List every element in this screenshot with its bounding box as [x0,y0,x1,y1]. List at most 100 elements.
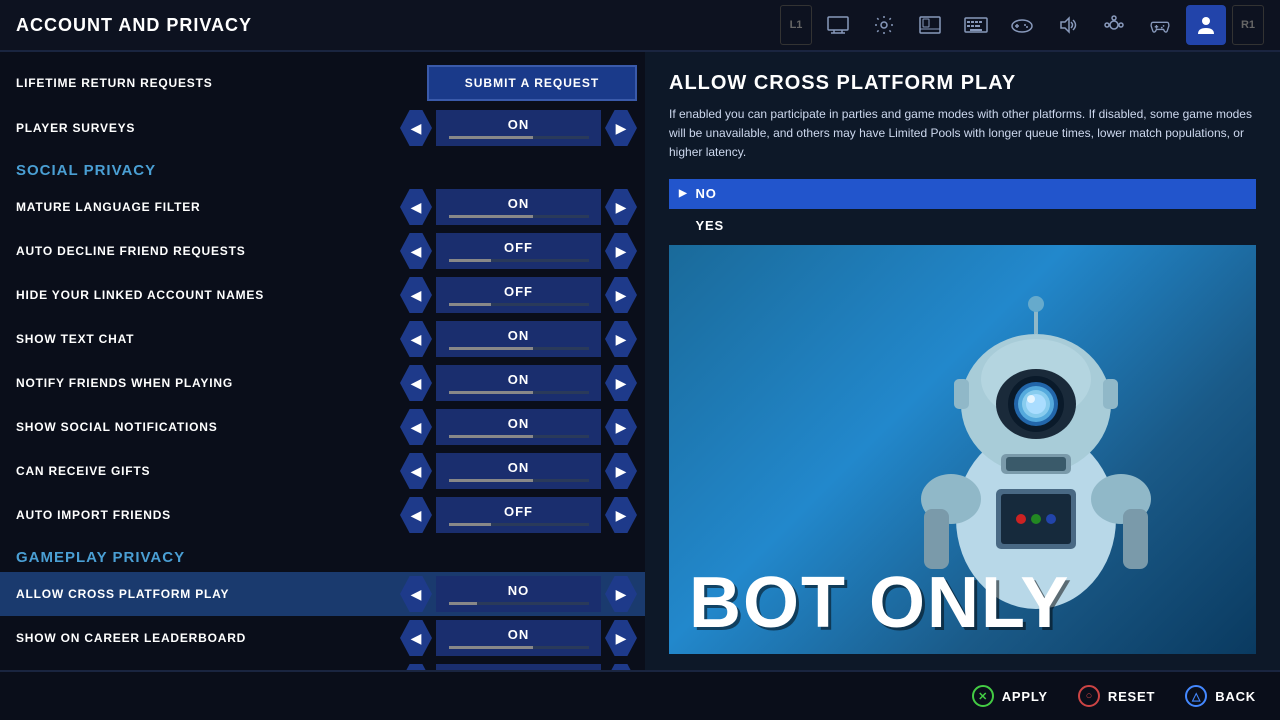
audio-icon[interactable] [1048,5,1088,45]
show-career-leaderboard-row[interactable]: SHOW ON CAREER LEADERBOARD ◀ ON ▶ [0,616,645,660]
allow-cross-platform-control: ◀ NO ▶ [400,576,637,612]
anonymous-mode-row[interactable]: ANONYMOUS MODE ◀ OFF ▶ [0,660,645,670]
top-bar: ACCOUNT AND PRIVACY L1 R1 [0,0,1280,52]
show-career-leaderboard-left[interactable]: ◀ [400,620,432,656]
controller-icon[interactable] [1140,5,1180,45]
auto-import-friends-left[interactable]: ◀ [400,497,432,533]
detail-description: If enabled you can participate in partie… [669,105,1256,163]
person-icon[interactable] [1186,5,1226,45]
player-surveys-row[interactable]: PLAYER SURVEYS ◀ ON ▶ [0,106,645,150]
can-receive-gifts-right[interactable]: ▶ [605,453,637,489]
network-icon[interactable] [1094,5,1134,45]
allow-cross-platform-right[interactable]: ▶ [605,576,637,612]
auto-import-friends-row[interactable]: AUTO IMPORT FRIENDS ◀ OFF ▶ [0,493,645,537]
gear-icon[interactable] [864,5,904,45]
nav-icons: L1 R1 [780,5,1264,45]
show-text-chat-label: SHOW TEXT CHAT [16,332,400,346]
player-surveys-control: ◀ ON ▶ [400,110,637,146]
bottom-bar: ✕ APPLY ○ RESET △ BACK [0,670,1280,720]
display-icon[interactable] [910,5,950,45]
show-career-leaderboard-value: ON [508,627,530,642]
l1-icon[interactable]: L1 [780,5,812,45]
can-receive-gifts-label: CAN RECEIVE GIFTS [16,464,400,478]
auto-import-friends-right[interactable]: ▶ [605,497,637,533]
player-surveys-value: ON [508,117,530,132]
auto-decline-row[interactable]: AUTO DECLINE FRIEND REQUESTS ◀ OFF ▶ [0,229,645,273]
show-social-notifs-left[interactable]: ◀ [400,409,432,445]
lifetime-return-label: LIFETIME RETURN REQUESTS [16,76,427,90]
hide-linked-right[interactable]: ▶ [605,277,637,313]
options-list: ▶ NO ▶ YES [645,175,1280,245]
option-yes[interactable]: ▶ YES [669,211,1256,241]
option-no[interactable]: ▶ NO [669,179,1256,209]
settings-list: LIFETIME RETURN REQUESTS SUBMIT A REQUES… [0,52,645,670]
hide-linked-left[interactable]: ◀ [400,277,432,313]
left-panel: LIFETIME RETURN REQUESTS SUBMIT A REQUES… [0,52,645,670]
show-social-notifs-row[interactable]: SHOW SOCIAL NOTIFICATIONS ◀ ON ▶ [0,405,645,449]
show-social-notifs-right[interactable]: ▶ [605,409,637,445]
reset-icon: ○ [1078,685,1100,707]
show-text-chat-value: ON [508,328,530,343]
allow-cross-platform-row[interactable]: ALLOW CROSS PLATFORM PLAY ◀ NO ▶ [0,572,645,616]
gamepad2-icon[interactable] [1002,5,1042,45]
monitor-icon[interactable] [818,5,858,45]
option-no-label: NO [696,186,717,201]
notify-friends-left[interactable]: ◀ [400,365,432,401]
show-career-leaderboard-control: ◀ ON ▶ [400,620,637,656]
submit-request-button[interactable]: SUBMIT A REQUEST [427,65,637,101]
keyboard-icon[interactable] [956,5,996,45]
apply-action[interactable]: ✕ APPLY [972,685,1048,707]
can-receive-gifts-left[interactable]: ◀ [400,453,432,489]
player-surveys-left-arrow[interactable]: ◀ [400,110,432,146]
detail-header: ALLOW CROSS PLATFORM PLAY If enabled you… [645,52,1280,175]
show-social-notifs-value-box: ON [436,409,601,445]
show-career-leaderboard-label: SHOW ON CAREER LEADERBOARD [16,631,400,645]
back-label: BACK [1215,689,1256,704]
show-text-chat-control: ◀ ON ▶ [400,321,637,357]
show-social-notifs-label: SHOW SOCIAL NOTIFICATIONS [16,420,400,434]
auto-decline-left[interactable]: ◀ [400,233,432,269]
notify-friends-row[interactable]: NOTIFY FRIENDS WHEN PLAYING ◀ ON ▶ [0,361,645,405]
auto-import-friends-label: AUTO IMPORT FRIENDS [16,508,400,522]
notify-friends-control: ◀ ON ▶ [400,365,637,401]
option-yes-label: YES [696,218,724,233]
notify-friends-value-box: ON [436,365,601,401]
notify-friends-right[interactable]: ▶ [605,365,637,401]
back-action[interactable]: △ BACK [1185,685,1256,707]
auto-decline-right[interactable]: ▶ [605,233,637,269]
can-receive-gifts-row[interactable]: CAN RECEIVE GIFTS ◀ ON ▶ [0,449,645,493]
show-career-leaderboard-right[interactable]: ▶ [605,620,637,656]
can-receive-gifts-control: ◀ ON ▶ [400,453,637,489]
hide-linked-row[interactable]: HIDE YOUR LINKED ACCOUNT NAMES ◀ OFF ▶ [0,273,645,317]
show-social-notifs-value: ON [508,416,530,431]
player-surveys-value-box: ON [436,110,601,146]
mature-language-left[interactable]: ◀ [400,189,432,225]
hide-linked-control: ◀ OFF ▶ [400,277,637,313]
mature-language-label: MATURE LANGUAGE FILTER [16,200,400,214]
back-icon: △ [1185,685,1207,707]
show-text-chat-row[interactable]: SHOW TEXT CHAT ◀ ON ▶ [0,317,645,361]
bot-background: BOT ONLY [669,245,1256,654]
detail-title: ALLOW CROSS PLATFORM PLAY [669,72,1256,95]
option-selected-arrow: ▶ [679,188,688,199]
mature-language-right[interactable]: ▶ [605,189,637,225]
mature-language-value: ON [508,196,530,211]
mature-language-row[interactable]: MATURE LANGUAGE FILTER ◀ ON ▶ [0,185,645,229]
bot-image-area: BOT ONLY [669,245,1256,654]
allow-cross-platform-left[interactable]: ◀ [400,576,432,612]
can-receive-gifts-value-box: ON [436,453,601,489]
show-text-chat-right[interactable]: ▶ [605,321,637,357]
hide-linked-label: HIDE YOUR LINKED ACCOUNT NAMES [16,288,400,302]
allow-cross-platform-value-box: NO [436,576,601,612]
show-text-chat-left[interactable]: ◀ [400,321,432,357]
reset-action[interactable]: ○ RESET [1078,685,1155,707]
lifetime-return-row: LIFETIME RETURN REQUESTS SUBMIT A REQUES… [0,60,645,106]
mature-language-control: ◀ ON ▶ [400,189,637,225]
allow-cross-platform-label: ALLOW CROSS PLATFORM PLAY [16,587,400,601]
player-surveys-right-arrow[interactable]: ▶ [605,110,637,146]
auto-import-friends-value: OFF [504,504,533,519]
can-receive-gifts-value: ON [508,460,530,475]
r1-icon[interactable]: R1 [1232,5,1264,45]
notify-friends-label: NOTIFY FRIENDS WHEN PLAYING [16,376,400,390]
bot-only-label: BOT ONLY [689,562,1070,644]
